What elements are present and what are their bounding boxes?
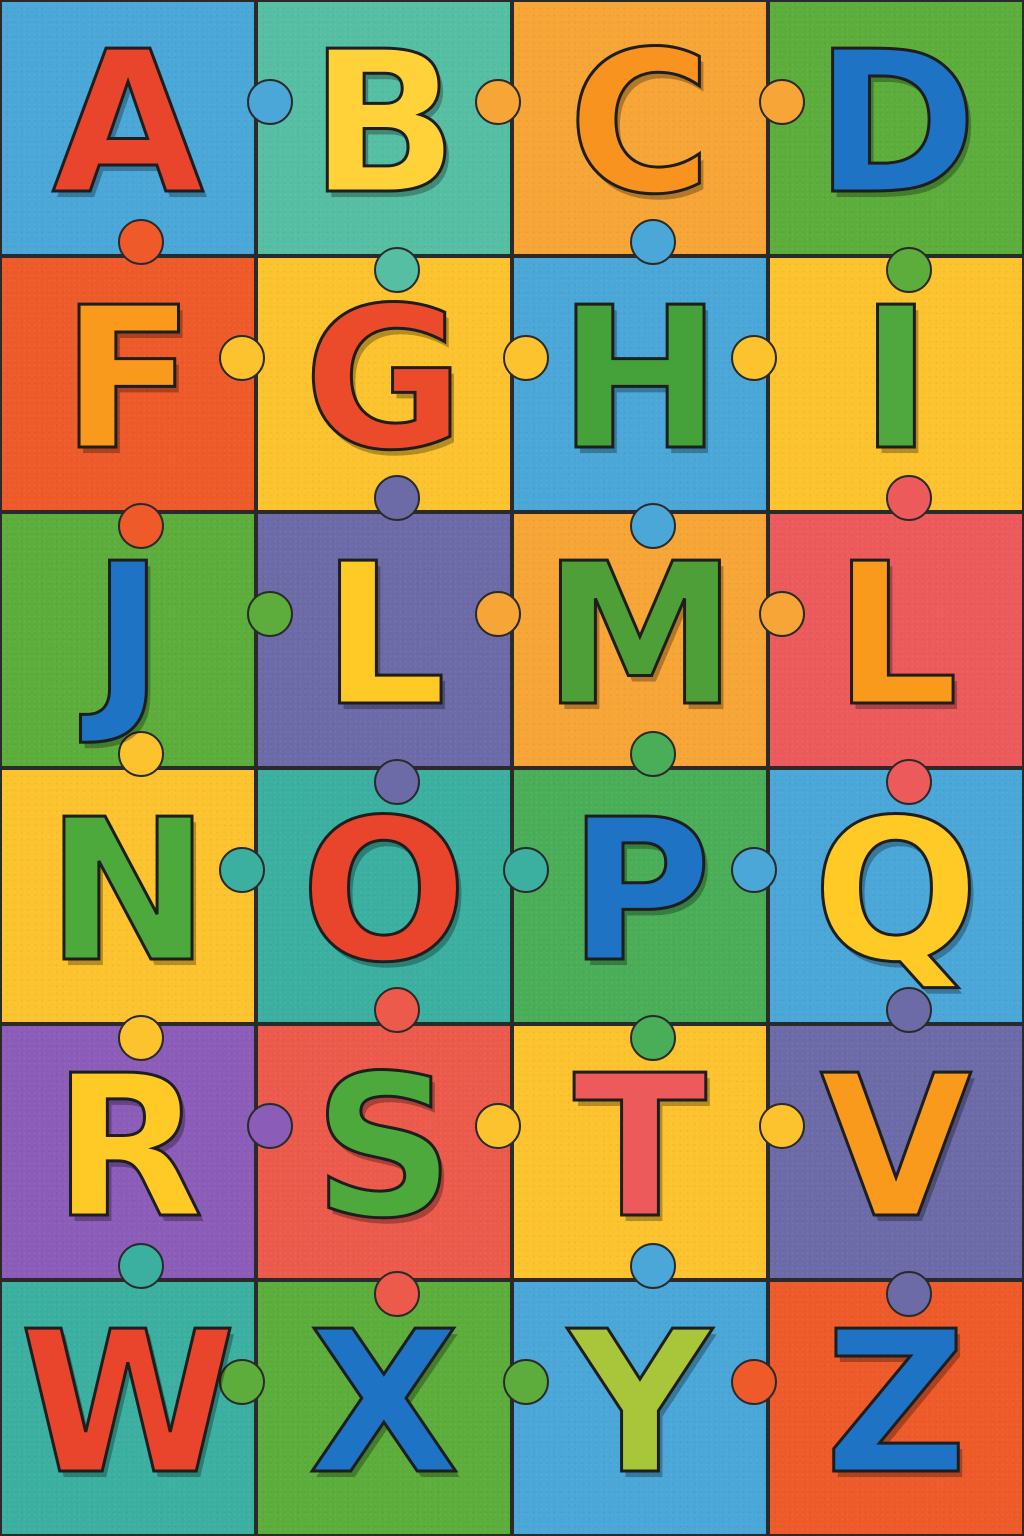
puzzle-piece-m[interactable]: M [512, 512, 768, 768]
puzzle-piece-o[interactable]: O [256, 768, 512, 1024]
letter-l: L [320, 522, 448, 750]
letter-m: M [541, 522, 739, 750]
letter-d: D [813, 10, 979, 238]
puzzle-piece-a[interactable]: A [0, 0, 256, 256]
puzzle-piece-x[interactable]: X [256, 1280, 512, 1536]
letter-h: H [556, 266, 723, 494]
puzzle-piece-i[interactable]: I [768, 256, 1024, 512]
letter-n: N [44, 778, 211, 1006]
letter-w: W [18, 1290, 237, 1518]
puzzle-piece-c[interactable]: C [512, 0, 768, 256]
puzzle-piece-b[interactable]: B [256, 0, 512, 256]
letter-j: J [90, 522, 166, 750]
letter-y: Y [568, 1290, 713, 1518]
puzzle-piece-d[interactable]: D [768, 0, 1024, 256]
letter-o: O [299, 778, 469, 1006]
puzzle-piece-g[interactable]: G [256, 256, 512, 512]
letter-c: C [567, 10, 714, 238]
puzzle-piece-n[interactable]: N [0, 768, 256, 1024]
letter-q: Q [811, 778, 981, 1006]
puzzle-piece-s[interactable]: S [256, 1024, 512, 1280]
puzzle-piece-j[interactable]: J [0, 512, 256, 768]
puzzle-piece-l[interactable]: L [768, 512, 1024, 768]
letter-a: A [51, 10, 206, 238]
alphabet-puzzle-mat: ABCDFGHIJLMLNOPQRSTVWXYZ [0, 0, 1024, 1536]
letter-p: P [567, 778, 714, 1006]
letter-v: V [819, 1034, 974, 1262]
puzzle-piece-p[interactable]: P [512, 768, 768, 1024]
puzzle-piece-h[interactable]: H [512, 256, 768, 512]
letter-g: G [302, 266, 466, 494]
letter-x: X [307, 1290, 461, 1518]
puzzle-piece-z[interactable]: Z [768, 1280, 1024, 1536]
letter-i: I [858, 266, 934, 494]
puzzle-piece-q[interactable]: Q [768, 768, 1024, 1024]
letter-r: R [51, 1034, 205, 1262]
puzzle-piece-w[interactable]: W [0, 1280, 256, 1536]
letter-s: S [312, 1034, 456, 1262]
puzzle-piece-v[interactable]: V [768, 1024, 1024, 1280]
puzzle-piece-l[interactable]: L [256, 512, 512, 768]
puzzle-piece-f[interactable]: F [0, 256, 256, 512]
letter-b: B [308, 10, 460, 238]
letter-f: F [60, 266, 197, 494]
puzzle-piece-y[interactable]: Y [512, 1280, 768, 1536]
letter-l: L [832, 522, 960, 750]
letter-z: Z [823, 1290, 968, 1518]
puzzle-piece-t[interactable]: T [512, 1024, 768, 1280]
letter-t: T [572, 1034, 709, 1262]
puzzle-piece-r[interactable]: R [0, 1024, 256, 1280]
